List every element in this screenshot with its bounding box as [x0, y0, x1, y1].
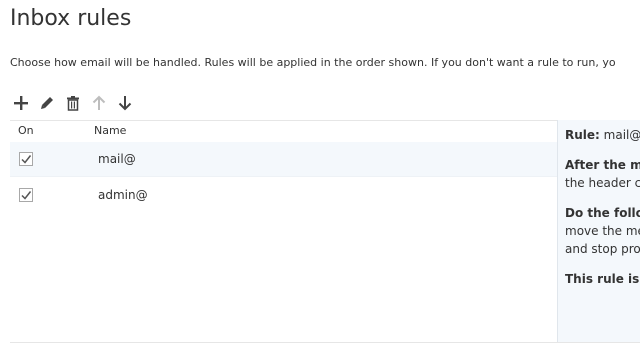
delete-rule-button[interactable] — [64, 94, 82, 112]
arrow-down-icon — [118, 96, 132, 111]
check-icon — [21, 191, 31, 200]
check-icon — [21, 155, 31, 164]
pencil-icon — [41, 97, 53, 109]
page-description: Choose how email will be handled. Rules … — [10, 56, 616, 69]
column-header-name[interactable]: Name — [94, 124, 126, 137]
move-down-button[interactable] — [116, 94, 134, 112]
table-row[interactable]: mail@ — [10, 142, 558, 177]
action-heading: Do the follo — [565, 206, 640, 220]
rule-detail-pane: Rule: mail@ After the me the header c Do… — [557, 120, 640, 342]
rules-table: On Name mail@ admin@ — [10, 120, 558, 342]
rule-label: Rule: — [565, 128, 600, 142]
table-header: On Name — [10, 120, 558, 143]
rule-status-label: This rule is: — [565, 272, 640, 286]
trash-icon — [67, 96, 79, 111]
action-text-stop: and stop pro — [565, 242, 640, 256]
table-row[interactable]: admin@ — [10, 178, 558, 212]
arrow-up-icon — [92, 95, 106, 110]
condition-heading: After the me — [565, 158, 640, 172]
rules-toolbar — [12, 93, 142, 113]
rule-enabled-checkbox[interactable] — [19, 188, 33, 202]
rule-name: admin@ — [98, 188, 148, 202]
new-rule-button[interactable] — [12, 94, 30, 112]
action-text: move the me — [565, 224, 640, 238]
column-header-on[interactable]: On — [18, 124, 34, 137]
move-up-button[interactable] — [90, 94, 108, 112]
plus-icon — [14, 96, 28, 110]
rule-summary: Rule: mail@ — [565, 128, 640, 142]
rule-value: mail@ — [603, 128, 640, 142]
divider — [10, 342, 640, 343]
condition-text: the header c — [565, 176, 640, 190]
rule-name: mail@ — [98, 152, 136, 166]
page-title: Inbox rules — [10, 6, 132, 31]
edit-rule-button[interactable] — [38, 94, 56, 112]
rule-enabled-checkbox[interactable] — [19, 152, 33, 166]
